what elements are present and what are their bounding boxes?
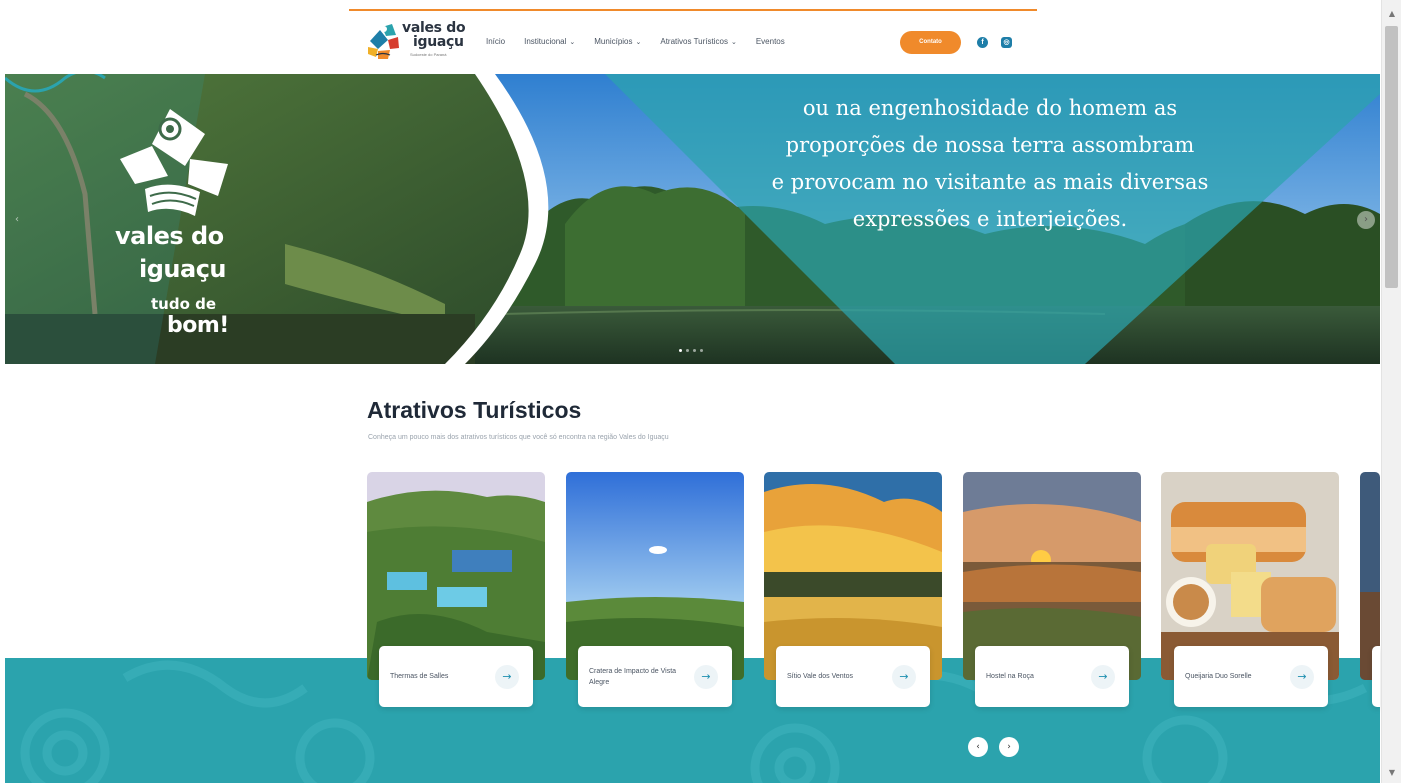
hero-logo-line3: tudo de — [151, 295, 217, 313]
hero-slider: ou na engenhosidade do homem as proporçõ… — [5, 74, 1380, 364]
carousel-next-button[interactable]: › — [999, 737, 1019, 757]
chevron-down-icon: ⌄ — [730, 37, 737, 46]
hero-logo-line1: vales do — [115, 222, 224, 250]
facebook-icon[interactable]: f — [977, 37, 988, 48]
hero-dot[interactable] — [693, 349, 696, 352]
hero-quote-line: e provocam no visitante as mais diversas — [771, 170, 1209, 194]
card-title: Thermas de Salles — [390, 673, 449, 680]
card-label-sitio[interactable]: Sítio Vale dos Ventos → — [776, 646, 930, 707]
section-title: Atrativos Turísticos — [367, 397, 582, 423]
hero-dot[interactable] — [686, 349, 689, 352]
logo-tagline: Sudoeste do Paraná — [410, 52, 447, 57]
nav-item-atrativos[interactable]: Atrativos Turísticos ⌄ — [660, 37, 736, 46]
hero-quote-line: ou na engenhosidade do homem as — [802, 96, 1178, 120]
nav-item-inicio[interactable]: Início — [486, 37, 505, 46]
arrow-right-icon[interactable]: → — [1290, 665, 1314, 689]
card-title: Queijaria Duo Sorelle — [1185, 673, 1252, 680]
card-label-cratera[interactable]: Cratera de Impacto de Vista Alegre → — [578, 646, 732, 707]
nav-item-institucional[interactable]: Institucional ⌄ — [524, 37, 575, 46]
hero-logo-line4: bom! — [167, 313, 229, 338]
card-label-hostel[interactable]: Hostel na Roça → — [975, 646, 1129, 707]
carousel-prev-button[interactable]: ‹ — [968, 737, 988, 757]
site-header: vales do iguaçu Sudoeste do Paraná Iníci… — [349, 11, 1037, 73]
hero-pagination-dots — [679, 349, 703, 352]
card-title: Cratera de Impacto de Vista Alegre — [589, 667, 677, 686]
nav-item-label: Atrativos Turísticos — [660, 37, 728, 46]
arrow-right-icon[interactable]: → — [694, 665, 718, 689]
nav-item-label: Municípios — [594, 37, 633, 46]
card-label-partial[interactable] — [1372, 646, 1380, 707]
chevron-down-icon: ⌄ — [569, 37, 576, 46]
hero-logo-line2: iguaçu — [139, 255, 227, 283]
card-label-queijaria[interactable]: Queijaria Duo Sorelle → — [1174, 646, 1328, 707]
scroll-up-icon[interactable]: ▲ — [1382, 6, 1401, 22]
section-subtitle: Conheça um pouco mais dos atrativos turí… — [368, 434, 669, 441]
arrow-right-icon[interactable]: → — [495, 665, 519, 689]
nav-item-label: Institucional — [524, 37, 567, 46]
arrow-right-icon[interactable]: → — [892, 665, 916, 689]
nav-item-municipios[interactable]: Municípios ⌄ — [594, 37, 641, 46]
hero-dot[interactable] — [700, 349, 703, 352]
arrow-right-icon[interactable]: → — [1091, 665, 1115, 689]
nav-item-label: Início — [486, 37, 506, 46]
site-logo[interactable]: vales do iguaçu Sudoeste do Paraná — [366, 19, 466, 67]
hero-prev-button[interactable]: ‹ — [15, 211, 29, 229]
hero-dot[interactable] — [679, 349, 682, 352]
hero-quote: ou na engenhosidade do homem as proporçõ… — [725, 90, 1255, 238]
page-scrollbar[interactable]: ▲ ▼ — [1381, 0, 1401, 783]
logo-mark-icon — [368, 24, 399, 59]
hero-quote-line: proporções de nossa terra assombram — [785, 133, 1195, 157]
main-nav: Início Institucional ⌄ Municípios ⌄ Atra… — [486, 37, 804, 46]
chevron-down-icon: ⌄ — [635, 37, 642, 46]
hero-next-button[interactable]: › — [1357, 211, 1375, 229]
card-label-thermas[interactable]: Thermas de Salles → — [379, 646, 533, 707]
logo-name-line2: iguaçu — [413, 34, 464, 50]
card-title: Sítio Vale dos Ventos — [787, 673, 854, 680]
page: vales do iguaçu Sudoeste do Paraná Iníci… — [0, 0, 1401, 783]
nav-item-eventos[interactable]: Eventos — [756, 37, 785, 46]
hero-quote-line: expressões e interjeições. — [852, 207, 1128, 231]
contact-button[interactable]: Contato — [900, 31, 961, 54]
nav-item-label: Eventos — [755, 37, 785, 46]
card-title: Hostel na Roça — [986, 673, 1034, 680]
hero-logo-emblem-icon — [120, 109, 228, 216]
scrollbar-thumb[interactable] — [1385, 26, 1398, 288]
scroll-down-icon[interactable]: ▼ — [1382, 765, 1401, 781]
instagram-icon[interactable]: ◎ — [1001, 37, 1012, 48]
